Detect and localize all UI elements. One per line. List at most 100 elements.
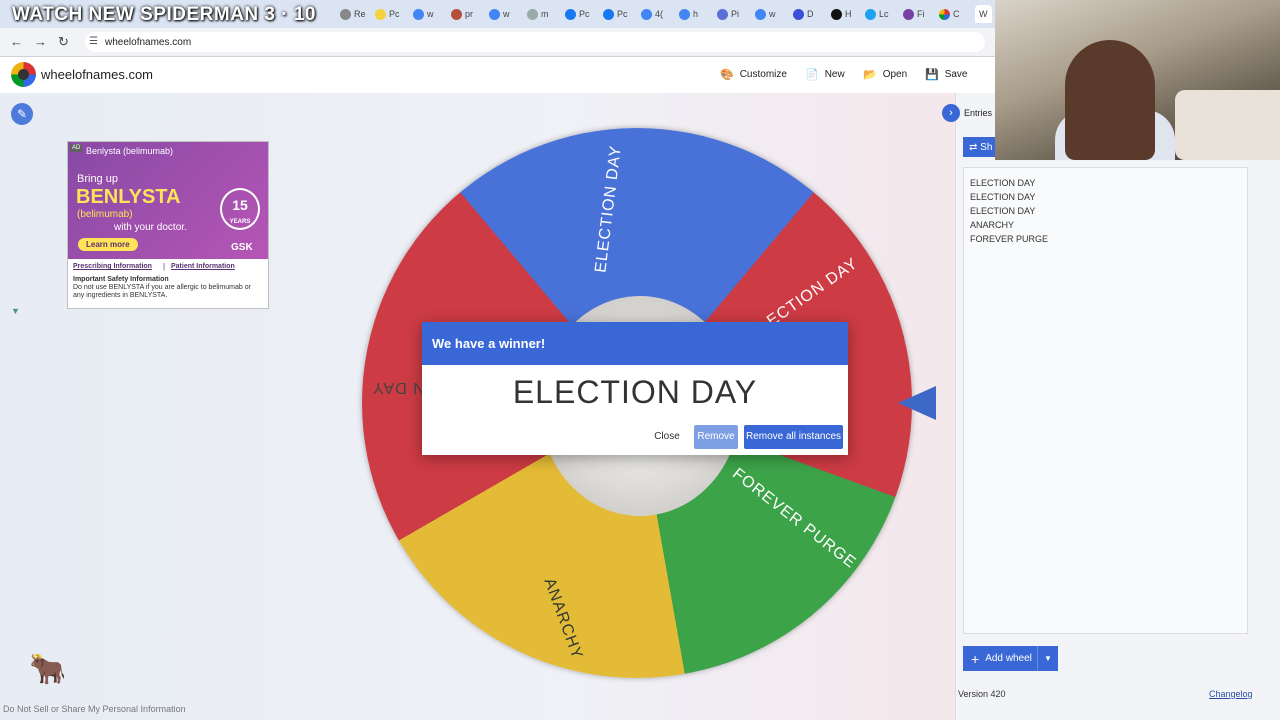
- stream-overlay-title: WATCH NEW SPIDERMAN 3 · 10: [12, 4, 317, 25]
- shuffle-icon: ⇄: [969, 141, 978, 153]
- google-icon: [489, 8, 500, 20]
- google-icon: [413, 8, 424, 20]
- back-arrow-icon[interactable]: ←: [10, 34, 23, 49]
- facebook-icon: [603, 8, 614, 20]
- tab-label: D: [807, 9, 814, 19]
- tab-label: W: [979, 9, 988, 19]
- browser-tab[interactable]: pr: [451, 5, 473, 23]
- list-item: FOREVER PURGE: [970, 234, 1049, 244]
- entries-tab-label: Entries: [964, 108, 993, 118]
- tab-label: 4(: [655, 9, 664, 19]
- url-field[interactable]: ☰ wheelofnames.com: [85, 32, 985, 52]
- file-icon: 📄: [805, 69, 819, 81]
- tab-favicon-icon: [903, 8, 914, 20]
- tab-label: Fi: [917, 9, 925, 19]
- shuffle-button[interactable]: ⇄ Sh: [963, 137, 997, 157]
- browser-tab[interactable]: C: [939, 5, 960, 23]
- browser-tab[interactable]: Pc: [565, 5, 590, 23]
- wheel-logo-icon[interactable]: [11, 62, 36, 87]
- changelog-link[interactable]: Changelog: [1209, 689, 1253, 699]
- bull-logo-icon: 🐂: [29, 653, 67, 686]
- list-item: ANARCHY: [970, 220, 1015, 230]
- new-label: New: [824, 69, 845, 80]
- tab-favicon-icon: [865, 8, 876, 20]
- dialog-title: We have a winner!: [422, 322, 848, 365]
- customize-label: Customize: [739, 69, 787, 80]
- wheel-favicon-icon: [939, 8, 950, 20]
- tab-label: w: [427, 9, 434, 19]
- tab-label: Re: [354, 9, 366, 19]
- browser-tab[interactable]: Pc: [375, 5, 400, 23]
- save-button[interactable]: 💾 Save: [925, 68, 968, 81]
- google-icon: [679, 8, 690, 20]
- site-name[interactable]: wheelofnames.com: [41, 67, 153, 82]
- browser-tab[interactable]: w: [413, 5, 434, 23]
- list-item: ELECTION DAY: [970, 192, 1036, 202]
- open-label: Open: [882, 69, 908, 80]
- chevron-down-icon[interactable]: ▼: [1037, 646, 1058, 671]
- facebook-icon: [565, 8, 576, 20]
- tab-label: Pc: [579, 9, 590, 19]
- new-button[interactable]: 📄 New: [805, 68, 845, 81]
- customize-button[interactable]: 🎨 Customize: [720, 68, 787, 81]
- tab-label: C: [953, 9, 960, 19]
- forward-arrow-icon[interactable]: →: [34, 34, 47, 49]
- tab-favicon-icon: [793, 8, 804, 20]
- winner-dialog: We have a winner! ELECTION DAY Close Rem…: [422, 322, 848, 455]
- tab-label: H: [845, 9, 852, 19]
- close-button[interactable]: Close: [652, 425, 682, 449]
- browser-tab[interactable]: Pc: [603, 5, 628, 23]
- entries-textarea[interactable]: ELECTION DAY ELECTION DAY ELECTION DAY A…: [963, 167, 1248, 634]
- browser-tab[interactable]: Pi: [717, 5, 739, 23]
- do-not-sell-link[interactable]: Do Not Sell or Share My Personal Informa…: [3, 704, 186, 714]
- remove-all-instances-button[interactable]: Remove all instances: [744, 425, 843, 449]
- reload-icon[interactable]: ↻: [58, 34, 69, 50]
- tab-favicon-icon: [340, 8, 351, 20]
- tab-label: w: [503, 9, 510, 19]
- list-item: ELECTION DAY: [970, 178, 1036, 188]
- chevron-right-icon[interactable]: ›: [942, 104, 960, 122]
- browser-tab[interactable]: w: [489, 5, 510, 23]
- tab-label: h: [693, 9, 699, 19]
- tab-label: Pc: [389, 9, 400, 19]
- add-wheel-label: Add wheel: [985, 653, 1032, 664]
- browser-tab[interactable]: H: [831, 5, 852, 23]
- tab-label: m: [541, 9, 549, 19]
- webcam-background: [1175, 90, 1280, 160]
- open-button[interactable]: 📂 Open: [863, 68, 907, 81]
- google-icon: [641, 8, 652, 20]
- browser-tab[interactable]: m: [527, 5, 549, 23]
- shuffle-label: Sh: [980, 141, 993, 153]
- browser-tab[interactable]: 4(: [641, 5, 663, 23]
- tab-entries[interactable]: › Entries: [942, 104, 992, 122]
- tab-label: Lc: [879, 9, 889, 19]
- tab-label: Pi: [731, 9, 740, 19]
- webcam-person: [1065, 40, 1155, 160]
- tab-favicon-icon: [451, 8, 462, 20]
- browser-tab[interactable]: Fi: [903, 5, 925, 23]
- tab-label: w: [769, 9, 776, 19]
- tab-favicon-icon: [717, 8, 728, 20]
- plus-icon: +: [971, 650, 980, 667]
- folder-icon: 📂: [863, 69, 877, 81]
- floppy-icon: 💾: [925, 69, 939, 81]
- browser-tab[interactable]: w: [755, 5, 776, 23]
- browser-tab[interactable]: h: [679, 5, 698, 23]
- tab-label: pr: [465, 9, 474, 19]
- browser-tab-active[interactable]: W: [975, 5, 992, 23]
- add-wheel-button[interactable]: + Add wheel ▼: [963, 646, 1058, 671]
- list-item: ELECTION DAY: [970, 206, 1036, 216]
- winner-name: ELECTION DAY: [512, 374, 758, 410]
- webcam-overlay: [995, 0, 1280, 160]
- save-label: Save: [944, 69, 968, 80]
- tab-favicon-icon: [375, 8, 386, 20]
- palette-icon: 🎨: [720, 69, 734, 81]
- browser-tab[interactable]: D: [793, 5, 814, 23]
- site-info-icon[interactable]: ☰: [89, 36, 98, 47]
- google-icon: [755, 8, 766, 20]
- browser-tab[interactable]: Lc: [865, 5, 889, 23]
- version-text: Version 420: [958, 689, 1006, 699]
- url-text: wheelofnames.com: [105, 36, 192, 48]
- browser-tab[interactable]: Re: [340, 5, 366, 23]
- remove-button[interactable]: Remove: [694, 425, 738, 449]
